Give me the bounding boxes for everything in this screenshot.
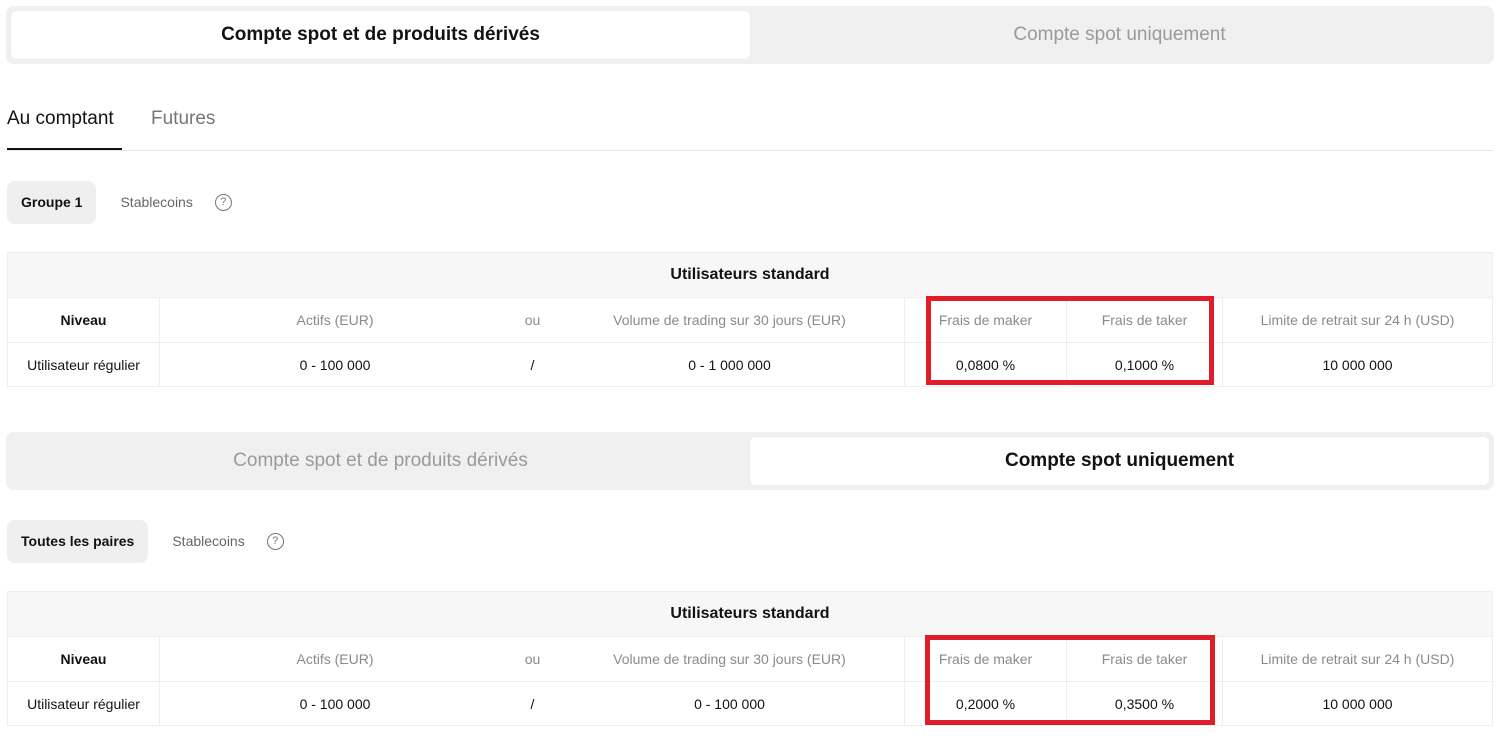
cell-volume: 0 - 100 000 [555,682,905,725]
header-volume: Volume de trading sur 30 jours (EUR) [555,637,905,681]
active-tab-indicator [7,148,122,150]
account-type-toggle: Compte spot et de produits dérivés Compt… [6,6,1494,64]
fee-table: Utilisateurs standard Niveau Actifs (EUR… [7,252,1493,387]
account-type-toggle-2: Compte spot et de produits dérivés Compt… [6,432,1494,490]
header-withdrawal-limit: Limite de retrait sur 24 h (USD) [1260,312,1455,328]
cell-or: / [530,356,535,373]
tab-spot-and-derivatives-account[interactable]: Compte spot et de produits dérivés [11,437,750,485]
cell-withdrawal-limit: 10 000 000 [1322,695,1393,712]
pill-stablecoins[interactable]: Stablecoins [96,181,202,224]
fee-table-2: Utilisateurs standard Niveau Actifs (EUR… [7,591,1493,726]
help-icon[interactable]: ? [266,532,284,550]
header-taker-fee: Frais de taker [1067,637,1223,681]
cell-taker-fee: 0,3500 % [1067,682,1223,725]
tab-futures[interactable]: Futures [151,108,215,130]
pair-group-selector-2: Toutes les paires Stablecoins ? [7,519,284,563]
header-level: Niveau [8,298,160,342]
cell-maker-fee: 0,0800 % [905,343,1067,386]
header-assets: Actifs (EUR) [296,312,374,328]
table-row: Utilisateur régulier 0 - 100 000 / 0 - 1… [8,342,1492,386]
header-maker-fee: Frais de maker [905,298,1067,342]
header-withdrawal-limit: Limite de retrait sur 24 h (USD) [1260,651,1455,667]
pair-group-selector: Groupe 1 Stablecoins ? [7,180,232,224]
cell-maker-fee: 0,2000 % [905,682,1067,725]
header-or: ou [524,312,541,328]
tab-spot-and-derivatives-account[interactable]: Compte spot et de produits dérivés [11,11,750,59]
cell-withdrawal-limit: 10 000 000 [1322,356,1393,373]
cell-level: Utilisateur régulier [8,343,160,386]
table-header-row: Niveau Actifs (EUR) ou Volume de trading… [8,637,1492,681]
cell-or: / [530,695,535,712]
table-row: Utilisateur régulier 0 - 100 000 / 0 - 1… [8,681,1492,725]
pill-group-1[interactable]: Groupe 1 [7,180,97,224]
market-tabs: Au comptant Futures [7,98,1493,151]
pill-stablecoins[interactable]: Stablecoins [148,520,254,563]
table-header-row: Niveau Actifs (EUR) ou Volume de trading… [8,298,1492,342]
header-taker-fee: Frais de taker [1067,298,1223,342]
tab-spot-only-account[interactable]: Compte spot uniquement [750,437,1489,485]
header-maker-fee: Frais de maker [905,637,1067,681]
tab-spot-only-account[interactable]: Compte spot uniquement [750,11,1489,59]
table-title: Utilisateurs standard [8,592,1492,637]
header-assets: Actifs (EUR) [296,651,374,667]
cell-assets: 0 - 100 000 [299,356,371,373]
header-volume: Volume de trading sur 30 jours (EUR) [555,298,905,342]
cell-assets: 0 - 100 000 [299,695,371,712]
cell-level: Utilisateur régulier [8,682,160,725]
header-or: ou [524,651,541,667]
cell-taker-fee: 0,1000 % [1067,343,1223,386]
tab-spot[interactable]: Au comptant [7,108,114,130]
pill-all-pairs[interactable]: Toutes les paires [7,519,149,563]
help-icon[interactable]: ? [214,193,232,211]
header-level: Niveau [8,637,160,681]
table-title: Utilisateurs standard [8,253,1492,298]
cell-volume: 0 - 1 000 000 [555,343,905,386]
